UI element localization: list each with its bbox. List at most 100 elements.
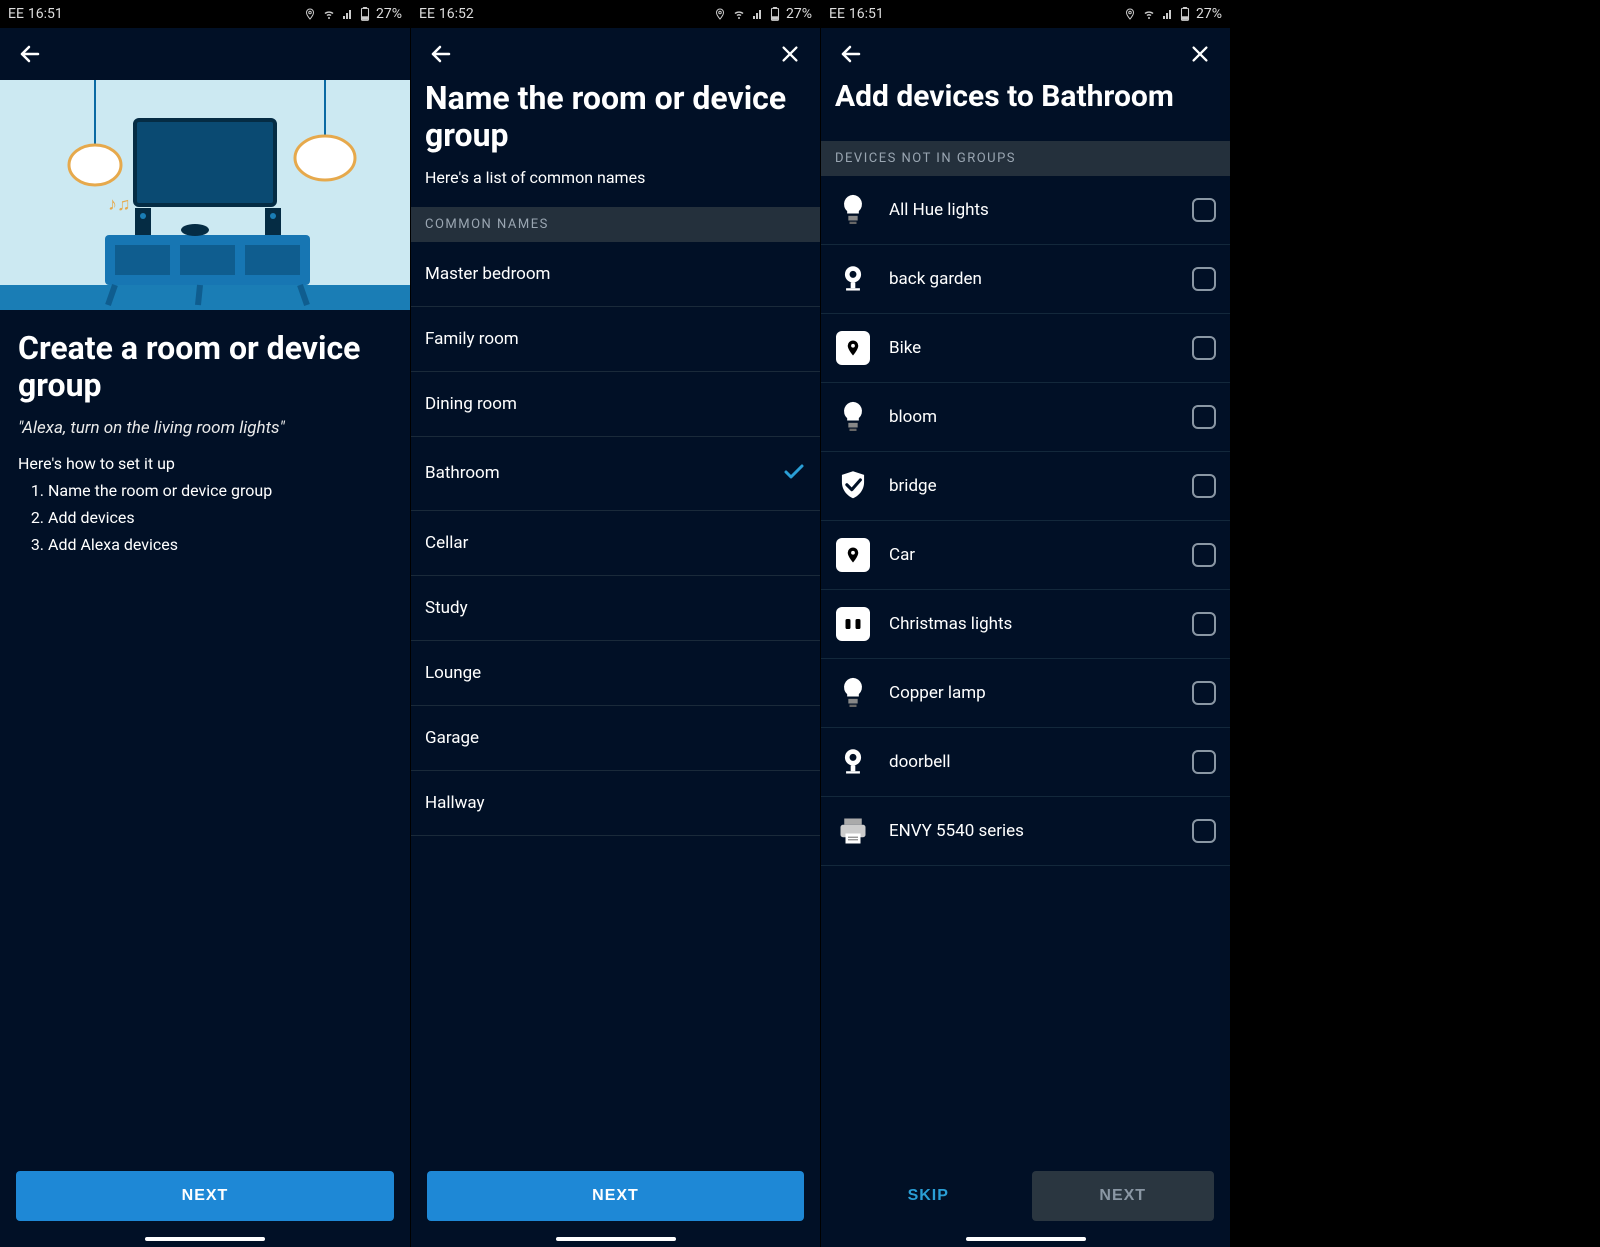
next-button[interactable]: NEXT [427,1171,804,1221]
carrier-label: EE [8,6,24,22]
screen-create-group: EE 16:51 27% [0,0,410,1247]
close-button[interactable] [1186,40,1214,68]
close-button[interactable] [776,40,804,68]
back-button[interactable] [837,40,865,68]
device-checkbox[interactable] [1192,681,1216,705]
room-label: Cellar [425,533,806,553]
room-option[interactable]: Garage [411,706,820,771]
carrier-label: EE [419,6,435,22]
nav-handle[interactable] [145,1237,265,1241]
room-option[interactable]: Dining room [411,372,820,437]
battery-pct: 27% [786,6,812,22]
device-checkbox[interactable] [1192,267,1216,291]
camera-icon [835,261,871,297]
device-row[interactable]: Bike [821,314,1230,383]
device-row[interactable]: All Hue lights [821,176,1230,245]
signal-icon [752,8,764,20]
signal-icon [1162,8,1174,20]
nav-handle[interactable] [966,1237,1086,1241]
page-title: Add devices to Bathroom [835,80,1216,115]
device-row[interactable]: Copper lamp [821,659,1230,728]
bulb-icon [835,192,871,228]
bulb-icon [835,399,871,435]
filler [1230,0,1600,1247]
device-checkbox[interactable] [1192,336,1216,360]
wifi-icon [322,8,336,20]
device-row[interactable]: back garden [821,245,1230,314]
device-label: bloom [889,407,1174,427]
location-icon [1124,8,1136,20]
shield-icon [835,468,871,504]
tile-icon [835,330,871,366]
room-label: Lounge [425,663,806,683]
subtitle: Here's a list of common names [425,168,806,187]
room-label: Study [425,598,806,618]
device-checkbox[interactable] [1192,819,1216,843]
device-checkbox[interactable] [1192,474,1216,498]
device-checkbox[interactable] [1192,405,1216,429]
signal-icon [342,8,354,20]
section-header-devices: DEVICES NOT IN GROUPS [821,141,1230,176]
plug-icon [835,606,871,642]
status-bar: EE 16:51 27% [821,0,1230,28]
location-icon [714,8,726,20]
device-checkbox[interactable] [1192,612,1216,636]
step-item: Name the room or device group [48,481,392,500]
camera-icon [835,744,871,780]
device-checkbox[interactable] [1192,750,1216,774]
clock: 16:51 [849,6,884,22]
room-option[interactable]: Master bedroom [411,242,820,307]
room-option[interactable]: Family room [411,307,820,372]
top-bar [411,28,820,80]
nav-handle[interactable] [556,1237,676,1241]
room-option[interactable]: Cellar [411,511,820,576]
footer: NEXT [411,1155,820,1237]
skip-button[interactable]: SKIP [837,1171,1020,1221]
footer: SKIP NEXT [821,1155,1230,1237]
device-label: All Hue lights [889,200,1174,220]
wifi-icon [732,8,746,20]
room-option[interactable]: Lounge [411,641,820,706]
footer: NEXT [0,1155,410,1237]
room-option[interactable]: Study [411,576,820,641]
device-row[interactable]: ENVY 5540 series [821,797,1230,866]
section-header-common-names: COMMON NAMES [411,207,820,242]
header-block: Name the room or device group Here's a l… [411,80,820,207]
device-row[interactable]: Car [821,521,1230,590]
location-icon [304,8,316,20]
device-label: Bike [889,338,1174,358]
content: Create a room or device group "Alexa, tu… [0,310,410,1155]
back-button[interactable] [427,40,455,68]
bulb-icon [835,675,871,711]
page-title: Create a room or device group [18,330,392,404]
battery-pct: 27% [1196,6,1222,22]
screen-name-room: EE 16:52 27% Name the room or device gro… [410,0,820,1247]
battery-pct: 27% [376,6,402,22]
device-label: Car [889,545,1174,565]
room-label: Master bedroom [425,264,806,284]
top-bar [821,28,1230,80]
step-item: Add Alexa devices [48,535,392,554]
status-bar: EE 16:52 27% [411,0,820,28]
device-row[interactable]: Christmas lights [821,590,1230,659]
back-button[interactable] [16,40,44,68]
device-row[interactable]: bloom [821,383,1230,452]
room-list: Master bedroom Family room Dining roomBath… [411,242,820,1155]
battery-icon [1180,7,1190,21]
carrier-label: EE [829,6,845,22]
next-button[interactable]: NEXT [1032,1171,1215,1221]
device-checkbox[interactable] [1192,198,1216,222]
device-checkbox[interactable] [1192,543,1216,567]
device-label: doorbell [889,752,1174,772]
room-label: Hallway [425,793,806,813]
svg-text:♪♫: ♪♫ [108,194,131,215]
tile-icon [835,537,871,573]
next-button[interactable]: NEXT [16,1171,394,1221]
status-bar: EE 16:51 27% [0,0,410,28]
room-label: Family room [425,329,806,349]
battery-icon [770,7,780,21]
room-option[interactable]: Bathroom [411,437,820,511]
device-row[interactable]: doorbell [821,728,1230,797]
room-option[interactable]: Hallway [411,771,820,836]
device-row[interactable]: bridge [821,452,1230,521]
